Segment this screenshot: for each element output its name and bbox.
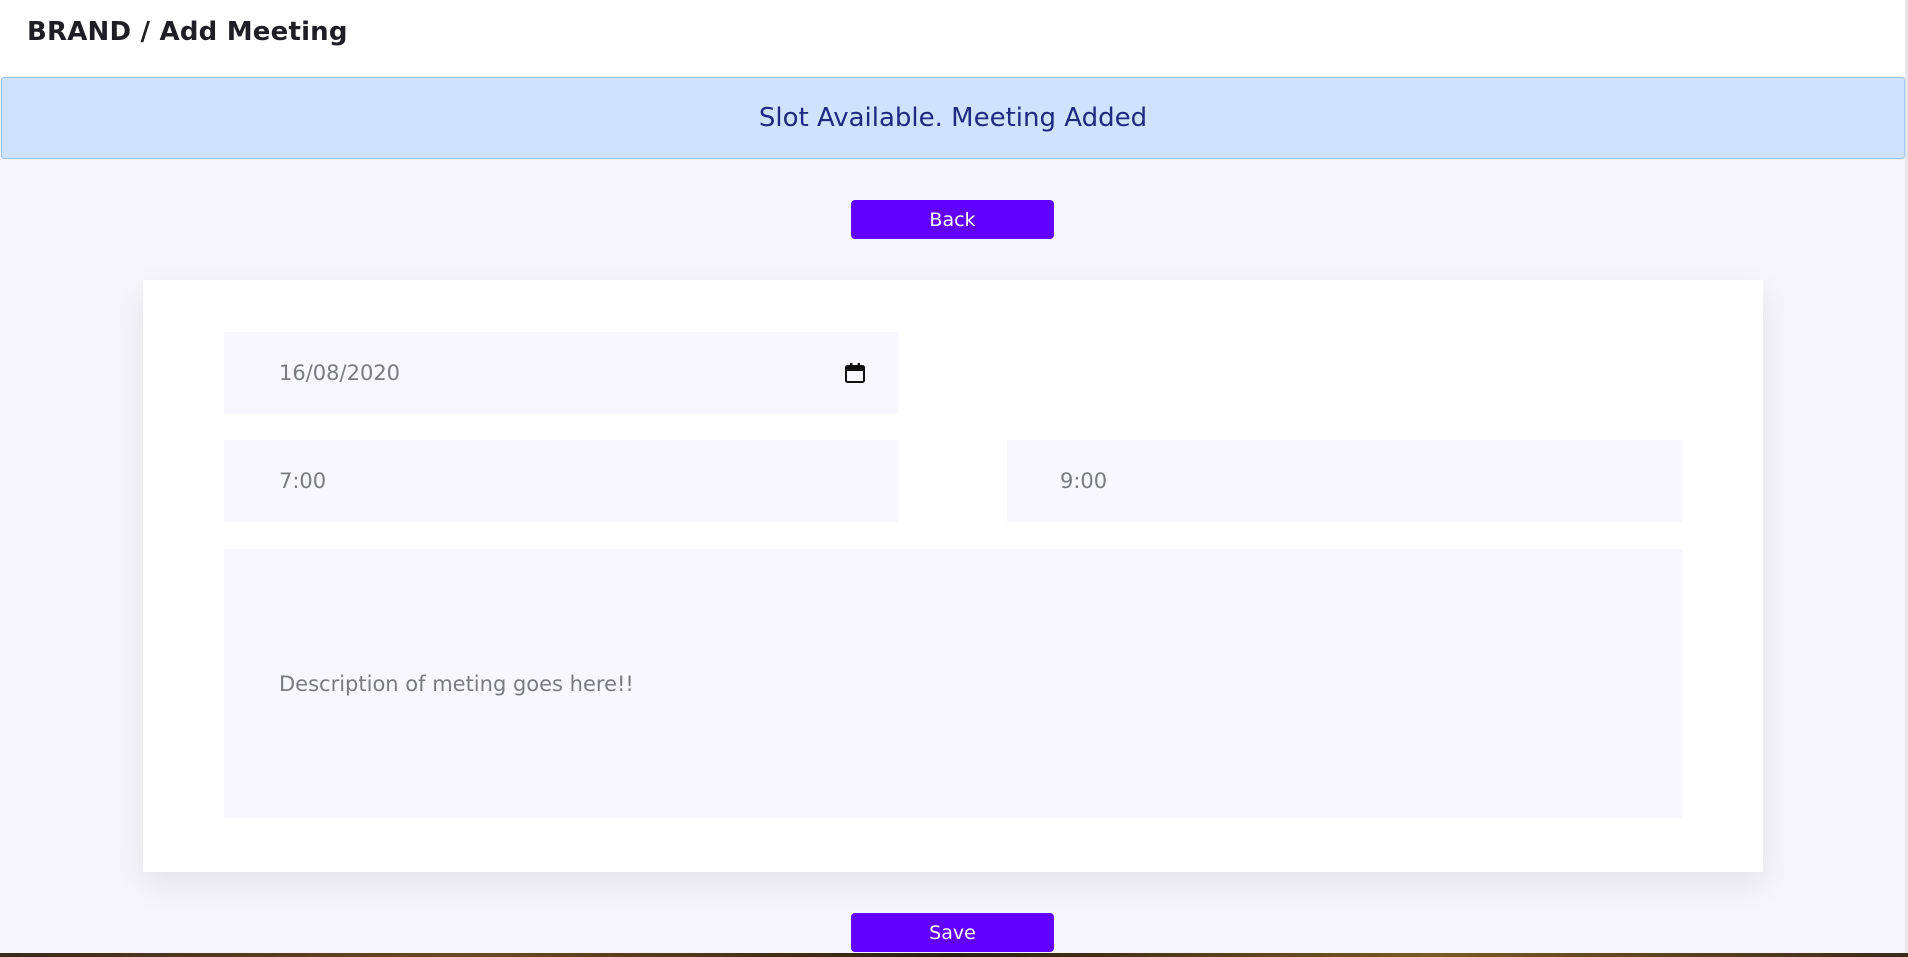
alert-message: Slot Available. Meeting Added (758, 103, 1148, 133)
calendar-icon[interactable] (844, 362, 866, 384)
start-time-value: 7:00 (279, 469, 327, 493)
end-time-field[interactable]: 9:00 (1007, 440, 1683, 522)
success-alert: Slot Available. Meeting Added (1, 77, 1905, 159)
meeting-form-card: 16/08/2020 7:00 9:00 Description of meti… (143, 280, 1763, 872)
start-time-field[interactable]: 7:00 (224, 440, 899, 522)
save-button[interactable]: Save (851, 913, 1054, 952)
back-button[interactable]: Back (851, 200, 1054, 239)
date-field[interactable]: 16/08/2020 (224, 332, 899, 414)
add-meeting-page: BRAND / Add Meeting Slot Available. Meet… (0, 0, 1908, 957)
breadcrumb: BRAND / Add Meeting (27, 17, 348, 47)
description-textarea[interactable]: Description of meting goes here!! (224, 549, 1683, 818)
date-value: 16/08/2020 (279, 361, 401, 385)
top-header: BRAND / Add Meeting (0, 0, 1908, 76)
end-time-value: 9:00 (1060, 469, 1108, 493)
description-value: Description of meting goes here!! (279, 671, 634, 696)
background-strip (0, 953, 1908, 957)
